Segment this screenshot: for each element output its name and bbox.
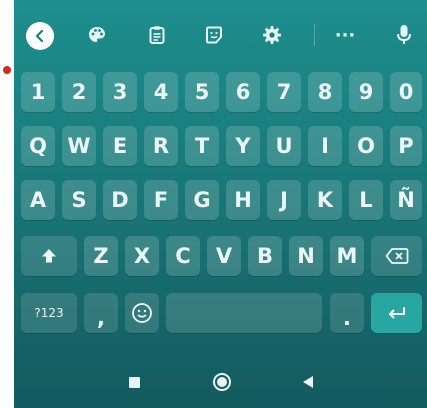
key-9[interactable]: 9 bbox=[349, 72, 383, 112]
letter-row-1: Q W E R T Y U I O P bbox=[14, 126, 427, 168]
enter-icon bbox=[388, 307, 405, 319]
more-button[interactable]: ··· bbox=[332, 22, 358, 48]
sticker-button[interactable] bbox=[201, 22, 227, 48]
recents-button[interactable] bbox=[122, 370, 146, 394]
key-6[interactable]: 6 bbox=[226, 72, 260, 112]
key-n-tilde[interactable]: Ñ bbox=[390, 180, 422, 220]
key-i[interactable]: I bbox=[308, 126, 342, 166]
key-e[interactable]: E bbox=[103, 126, 137, 166]
key-7[interactable]: 7 bbox=[267, 72, 301, 112]
enter-key[interactable] bbox=[371, 293, 422, 333]
key-b[interactable]: B bbox=[248, 236, 282, 276]
sticker-icon bbox=[206, 26, 222, 44]
shift-icon bbox=[42, 249, 56, 263]
key-x[interactable]: X bbox=[125, 236, 159, 276]
key-q[interactable]: Q bbox=[21, 126, 55, 166]
key-8[interactable]: 8 bbox=[308, 72, 342, 112]
clipboard-button[interactable] bbox=[144, 22, 170, 48]
key-y[interactable]: Y bbox=[226, 126, 260, 166]
more-icon: ··· bbox=[334, 24, 356, 46]
back-icon bbox=[35, 29, 44, 43]
backspace-icon bbox=[385, 248, 408, 264]
space-key[interactable] bbox=[166, 293, 322, 333]
key-m[interactable]: M bbox=[330, 236, 364, 276]
recents-square-icon bbox=[128, 376, 140, 388]
back-button[interactable] bbox=[26, 22, 54, 50]
key-t[interactable]: T bbox=[185, 126, 219, 166]
key-0[interactable]: 0 bbox=[390, 72, 422, 112]
emoji-icon bbox=[132, 303, 152, 323]
letter-row-3: Z X C V B N M bbox=[14, 236, 427, 278]
back-triangle-icon bbox=[303, 376, 313, 388]
key-a[interactable]: A bbox=[21, 180, 55, 220]
key-d[interactable]: D bbox=[103, 180, 137, 220]
comma-key[interactable]: , bbox=[84, 293, 118, 333]
home-button[interactable] bbox=[210, 370, 234, 394]
keyboard-toolbar: ··· bbox=[14, 0, 427, 70]
nav-back-button[interactable] bbox=[296, 370, 320, 394]
period-key[interactable]: . bbox=[330, 293, 364, 333]
letter-row-2: A S D F G H J K L Ñ bbox=[14, 180, 427, 222]
backspace-key[interactable] bbox=[371, 236, 422, 276]
toolbar-separator bbox=[314, 24, 315, 46]
voice-input-button[interactable] bbox=[392, 22, 416, 48]
key-l[interactable]: L bbox=[349, 180, 383, 220]
key-o[interactable]: O bbox=[349, 126, 383, 166]
palette-icon bbox=[89, 27, 105, 42]
key-4[interactable]: 4 bbox=[144, 72, 178, 112]
key-r[interactable]: R bbox=[144, 126, 178, 166]
edge-marker bbox=[3, 66, 11, 74]
emoji-key[interactable] bbox=[125, 293, 159, 333]
key-w[interactable]: W bbox=[62, 126, 96, 166]
shift-key[interactable] bbox=[21, 236, 77, 276]
key-c[interactable]: C bbox=[166, 236, 200, 276]
number-row: 1 2 3 4 5 6 7 8 9 0 bbox=[14, 72, 427, 114]
key-v[interactable]: V bbox=[207, 236, 241, 276]
symbols-key[interactable]: ?123 bbox=[21, 293, 77, 333]
clipboard-icon bbox=[149, 26, 165, 44]
settings-button[interactable] bbox=[259, 22, 285, 48]
key-3[interactable]: 3 bbox=[103, 72, 137, 112]
key-5[interactable]: 5 bbox=[185, 72, 219, 112]
key-j[interactable]: J bbox=[267, 180, 301, 220]
mic-icon bbox=[397, 25, 411, 44]
bottom-row: ?123 , . bbox=[14, 293, 427, 335]
theme-button[interactable] bbox=[84, 22, 110, 48]
settings-icon bbox=[263, 26, 281, 44]
key-1[interactable]: 1 bbox=[21, 72, 55, 112]
key-u[interactable]: U bbox=[267, 126, 301, 166]
key-p[interactable]: P bbox=[390, 126, 422, 166]
key-z[interactable]: Z bbox=[84, 236, 118, 276]
key-f[interactable]: F bbox=[144, 180, 178, 220]
key-n[interactable]: N bbox=[289, 236, 323, 276]
navigation-bar bbox=[14, 356, 427, 408]
home-circle-icon bbox=[213, 373, 231, 391]
key-2[interactable]: 2 bbox=[62, 72, 96, 112]
keyboard: ··· 1 2 3 4 5 6 7 8 9 0 Q W E R T Y U I … bbox=[14, 0, 427, 408]
key-k[interactable]: K bbox=[308, 180, 342, 220]
key-s[interactable]: S bbox=[62, 180, 96, 220]
key-g[interactable]: G bbox=[185, 180, 219, 220]
key-h[interactable]: H bbox=[226, 180, 260, 220]
